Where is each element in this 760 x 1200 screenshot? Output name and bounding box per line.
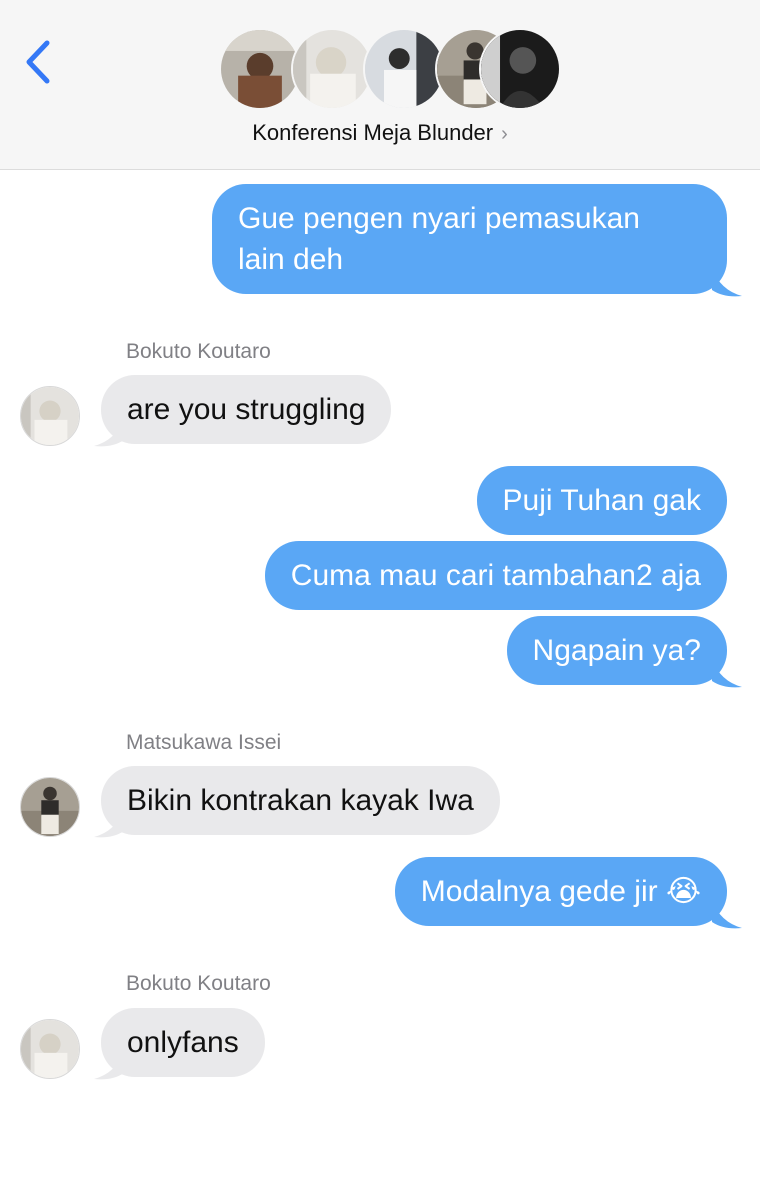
message-text: onlyfans: [127, 1026, 239, 1059]
message-text: lain deh: [238, 243, 344, 276]
bubble-tail: [94, 1051, 124, 1080]
sender-name: Bokuto Koutaro: [126, 972, 271, 995]
message-text: Bikin kontrakan kayak Iwa: [127, 784, 474, 817]
chevron-left-icon: [26, 40, 50, 84]
received-message[interactable]: Bikin kontrakan kayak Iwa: [101, 766, 500, 835]
sender-avatar[interactable]: [20, 777, 80, 837]
sent-message[interactable]: Puji Tuhan gak: [476, 466, 727, 535]
received-message[interactable]: onlyfans: [101, 1008, 265, 1077]
bubble-tail: [712, 659, 742, 688]
sent-message[interactable]: Ngapain ya?: [506, 616, 727, 685]
message-text: are you struggling: [127, 393, 366, 426]
sent-message[interactable]: Cuma mau cari tambahan2 aja: [264, 541, 727, 610]
avatar: [291, 28, 373, 110]
group-avatars[interactable]: [219, 28, 561, 110]
sender-avatar[interactable]: [20, 386, 80, 446]
avatar: [219, 28, 301, 110]
back-button[interactable]: [18, 38, 58, 86]
sender-name: Matsukawa Issei: [126, 731, 282, 754]
sent-message[interactable]: Modalnya gede jir 😭: [394, 857, 727, 926]
avatar: [363, 28, 445, 110]
message-text: Ngapain ya?: [532, 634, 701, 667]
message-text: Cuma mau cari tambahan2 aja: [290, 559, 701, 592]
chevron-right-icon: ›: [501, 123, 508, 145]
sender-name: Bokuto Koutaro: [126, 340, 271, 363]
sender-avatar[interactable]: [20, 1019, 80, 1079]
avatar: [479, 28, 561, 110]
message-text: Gue pengen nyari pemasukan: [238, 202, 640, 235]
sent-message[interactable]: Gue pengen nyari pemasukan lain deh: [212, 184, 727, 294]
bubble-tail: [94, 809, 124, 838]
group-name: Konferensi Meja Blunder: [252, 120, 494, 145]
bubble-tail: [712, 268, 742, 297]
message-text: Modalnya gede jir 😭: [420, 875, 701, 908]
received-message[interactable]: are you struggling: [101, 375, 392, 444]
chat-header: Konferensi Meja Blunder ›: [0, 0, 760, 170]
bubble-tail: [712, 900, 742, 929]
bubble-tail: [94, 418, 124, 447]
group-name-button[interactable]: Konferensi Meja Blunder ›: [0, 120, 760, 146]
message-text: Puji Tuhan gak: [502, 484, 701, 517]
